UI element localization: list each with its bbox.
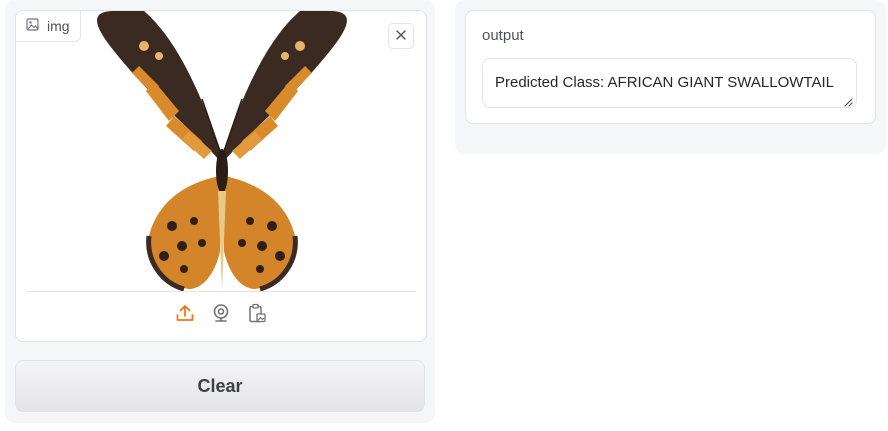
image-preview [84, 11, 360, 292]
close-icon [396, 27, 406, 45]
output-textbox[interactable]: Predicted Class: AFRICAN GIANT SWALLOWTA… [482, 58, 857, 108]
image-input-label: img [47, 18, 70, 34]
clipboard-icon [247, 303, 267, 328]
webcam-source-button[interactable] [210, 303, 232, 327]
upload-source-button[interactable] [174, 303, 196, 327]
output-value: Predicted Class: AFRICAN GIANT SWALLOWTA… [495, 74, 834, 91]
image-icon [26, 18, 39, 34]
output-component: output Predicted Class: AFRICAN GIANT SW… [465, 10, 876, 124]
image-input[interactable]: img [15, 10, 427, 342]
output-label: output [482, 27, 524, 44]
clear-button[interactable]: Clear [15, 360, 425, 412]
butterfly-image [97, 11, 347, 292]
upload-icon [175, 303, 195, 328]
resize-handle-icon[interactable] [843, 94, 853, 107]
source-divider [26, 291, 416, 292]
clear-image-button[interactable] [388, 23, 414, 49]
image-input-label-chip: img [16, 11, 81, 42]
clipboard-source-button[interactable] [246, 303, 268, 327]
image-source-selector [16, 303, 426, 329]
webcam-icon [211, 303, 231, 328]
